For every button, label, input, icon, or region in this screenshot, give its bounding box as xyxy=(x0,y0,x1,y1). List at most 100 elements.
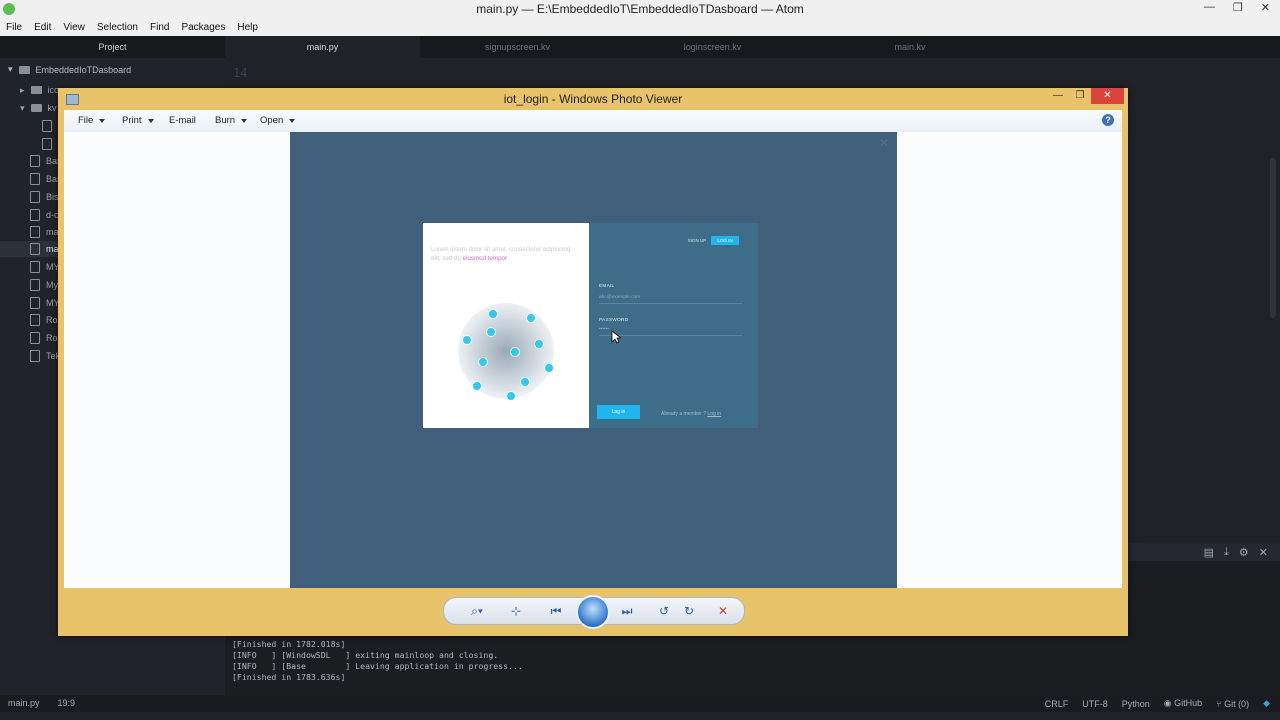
tree-item-folder[interactable]: ▸ ico xyxy=(20,82,59,98)
tree-item-file[interactable]: Bis xyxy=(30,189,59,205)
tree-root[interactable]: ▾ EmbeddedIoTDasboard xyxy=(8,64,131,75)
password-label: PASSWORD xyxy=(599,318,629,323)
panel-settings-icon[interactable]: ⚙ xyxy=(1239,546,1249,559)
status-file-name[interactable]: main.py xyxy=(8,698,40,708)
photo-viewer-titlebar: iot_login - Windows Photo Viewer — ❐ ✕ xyxy=(58,88,1128,110)
bird-icon[interactable]: ◆ xyxy=(1263,698,1270,709)
atom-menubar: File Edit View Selection Find Packages H… xyxy=(0,19,1280,36)
viewer-minimize-button[interactable]: — xyxy=(1047,88,1069,104)
tab-main-py[interactable]: main.py xyxy=(225,36,420,58)
menu-selection[interactable]: Selection xyxy=(91,19,144,36)
panel-list-icon[interactable]: ▤ xyxy=(1204,546,1214,559)
atom-close-button[interactable]: ✕ xyxy=(1261,1,1270,14)
tree-item-label: d-c xyxy=(46,210,59,220)
displayed-photo[interactable]: ✕ Lorem ipsum dolor sit amet, consectetu… xyxy=(290,132,897,588)
tree-item-file[interactable]: d-c xyxy=(30,207,59,223)
status-github[interactable]: ◉ GitHub xyxy=(1164,698,1202,709)
tree-item-file[interactable]: Rol xyxy=(30,312,60,328)
iot-node-icon xyxy=(486,327,496,337)
menu-edit[interactable]: Edit xyxy=(28,19,57,36)
file-icon xyxy=(30,350,40,362)
tree-item-folder[interactable]: ▾ kv xyxy=(20,100,57,116)
editor-scrollbar[interactable] xyxy=(1270,158,1276,318)
file-icon xyxy=(30,243,40,255)
tree-item-file[interactable] xyxy=(42,118,52,134)
status-cursor-position[interactable]: 19:9 xyxy=(58,698,76,708)
tab-bar: Project main.py signupscreen.kv loginscr… xyxy=(0,36,1280,58)
menu-file[interactable]: File xyxy=(0,19,28,36)
folder-icon xyxy=(30,86,42,94)
already-member-text: Already a member ? Log in xyxy=(661,411,721,417)
panel-close-icon[interactable]: ✕ xyxy=(1259,546,1268,559)
toolbar-email-button[interactable]: E-mail xyxy=(169,115,196,126)
file-icon xyxy=(30,261,40,273)
status-grammar[interactable]: Python xyxy=(1122,699,1150,709)
zoom-button[interactable]: ⌕▾ xyxy=(462,602,492,620)
tab-loginscreen-kv[interactable]: loginscreen.kv xyxy=(615,36,810,58)
github-icon: ◉ xyxy=(1163,698,1172,708)
rotate-counterclockwise-button[interactable]: ↺ xyxy=(652,602,676,620)
caret-down-icon xyxy=(147,118,154,123)
status-git[interactable]: ⑂ Git (0) xyxy=(1216,699,1249,709)
login-tab-button: LOG IN xyxy=(711,236,739,245)
atom-minimize-button[interactable]: — xyxy=(1204,1,1215,14)
iot-node-icon xyxy=(510,347,520,357)
caret-down-icon xyxy=(289,118,296,123)
status-line-ending[interactable]: CRLF xyxy=(1045,699,1069,709)
tree-item-file[interactable]: Bar xyxy=(30,171,60,187)
tree-item-file[interactable]: ma xyxy=(30,224,59,240)
tree-item-file[interactable] xyxy=(42,136,52,152)
file-icon xyxy=(30,191,40,203)
tab-signupscreen-kv[interactable]: signupscreen.kv xyxy=(420,36,615,58)
chevron-down-icon: ▾ xyxy=(20,102,25,113)
iot-globe-illustration xyxy=(458,303,554,401)
actual-size-button[interactable]: ⊹ xyxy=(504,602,528,620)
viewer-close-button[interactable]: ✕ xyxy=(1091,88,1124,104)
toolbar-burn-menu[interactable]: Burn xyxy=(215,115,248,126)
menu-view[interactable]: View xyxy=(57,19,91,36)
tree-item-file[interactable]: MY xyxy=(30,295,60,311)
tree-item-file[interactable]: MY xyxy=(30,259,60,275)
tree-item-file[interactable]: Rol xyxy=(30,330,60,346)
menu-help[interactable]: Help xyxy=(231,19,264,36)
next-button[interactable]: ⏭ xyxy=(615,602,639,620)
delete-button[interactable]: ✕ xyxy=(711,602,735,620)
atom-maximize-button[interactable]: ❐ xyxy=(1233,1,1243,14)
tree-item-file[interactable]: Tek xyxy=(30,348,60,364)
iot-node-icon xyxy=(506,391,516,401)
git-branch-icon: ⑂ xyxy=(1216,698,1222,709)
panel-download-icon[interactable]: ⤓ xyxy=(1224,546,1229,559)
iot-node-icon xyxy=(544,363,554,373)
viewer-control-bar: ⌕▾ ⊹ ⏮ ⏭ ↺ ↻ ✕ xyxy=(443,595,745,629)
console-line: [Finished in 1782.018s] xyxy=(232,639,346,649)
tree-item-file[interactable]: Bar xyxy=(30,153,60,169)
tree-item-label: Bis xyxy=(46,192,59,202)
file-icon xyxy=(42,120,52,132)
menu-packages[interactable]: Packages xyxy=(175,19,231,36)
file-icon xyxy=(30,332,40,344)
caret-down-icon xyxy=(241,118,248,123)
rotate-clockwise-button[interactable]: ↻ xyxy=(677,602,701,620)
toolbar-open-menu[interactable]: Open xyxy=(260,115,296,126)
folder-icon xyxy=(30,104,42,112)
help-icon[interactable]: ? xyxy=(1102,114,1114,126)
menu-find[interactable]: Find xyxy=(144,19,175,36)
login-submit-button: Log in xyxy=(597,405,640,419)
photo-viewer-window: iot_login - Windows Photo Viewer — ❐ ✕ F… xyxy=(58,88,1128,636)
status-bar: main.py 19:9 CRLF UTF-8 Python ◉ GitHub … xyxy=(0,695,1280,712)
tree-item-label: kv xyxy=(47,103,57,113)
tab-main-kv[interactable]: main.kv xyxy=(810,36,1010,58)
toolbar-print-menu[interactable]: Print xyxy=(122,115,154,126)
tree-item-label: ma xyxy=(46,244,59,254)
previous-button[interactable]: ⏮ xyxy=(544,602,568,620)
toolbar-file-menu[interactable]: File xyxy=(78,115,106,126)
file-icon xyxy=(42,138,52,150)
tree-item-file[interactable]: My xyxy=(30,277,58,293)
viewer-maximize-button[interactable]: ❐ xyxy=(1069,88,1091,104)
slideshow-button[interactable] xyxy=(576,595,610,629)
caret-down-icon xyxy=(99,118,106,123)
status-encoding[interactable]: UTF-8 xyxy=(1082,699,1108,709)
tab-project[interactable]: Project xyxy=(0,36,225,58)
lorem-text: Lorem ipsum dolor sit amet, consectetur … xyxy=(431,245,581,263)
already-member-prefix: Already a member ? xyxy=(661,411,707,417)
